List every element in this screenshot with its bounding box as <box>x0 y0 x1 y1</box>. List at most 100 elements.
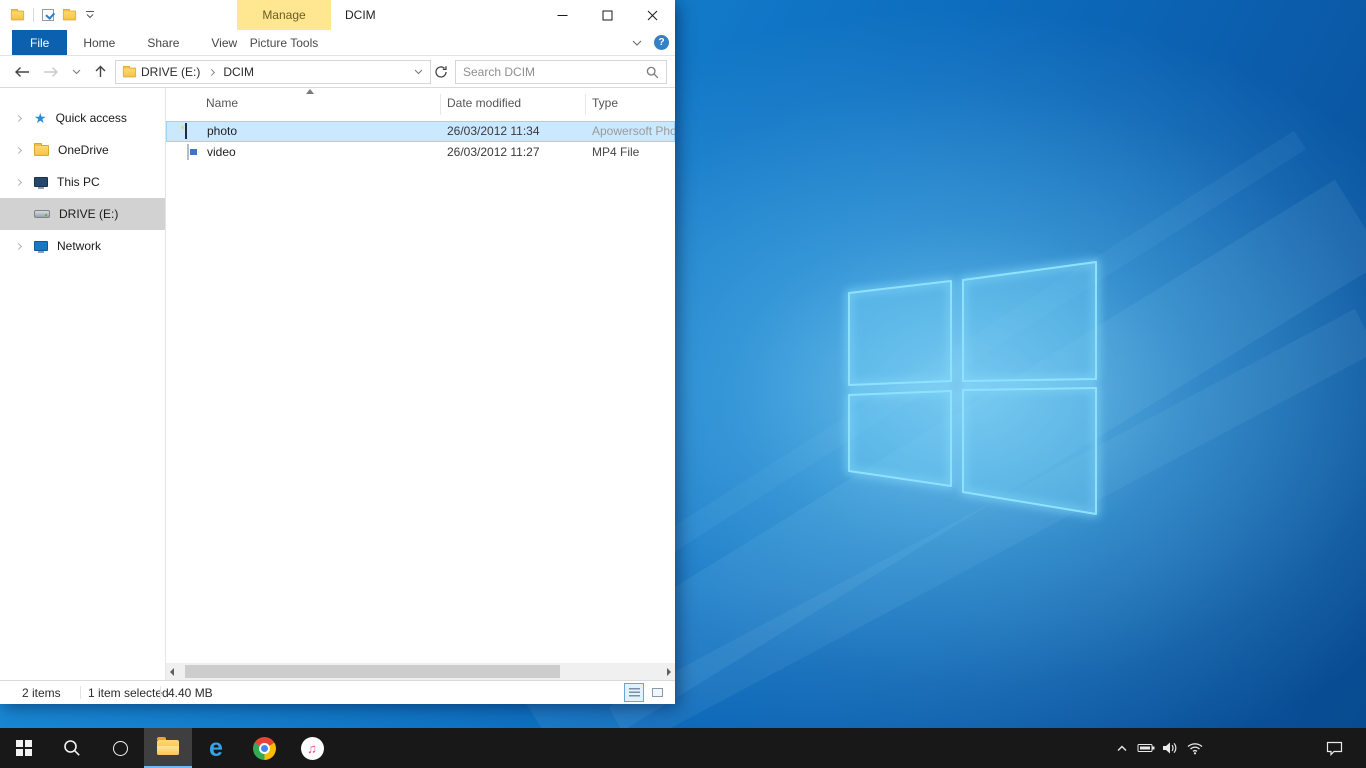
search-input[interactable] <box>456 65 646 79</box>
file-rows: photo 26/03/2012 11:34 Apowersoft Pho vi… <box>166 121 675 163</box>
file-list-area[interactable]: Name Date modified Type photo 26/03/2012… <box>166 88 675 680</box>
new-folder-button-icon[interactable] <box>63 10 76 20</box>
quick-access-star-icon: ★ <box>34 111 47 125</box>
manage-label: Manage <box>262 8 305 22</box>
up-button-icon[interactable] <box>94 65 107 78</box>
minimize-button[interactable] <box>540 0 585 30</box>
breadcrumb-chevron-icon[interactable] <box>208 68 215 75</box>
forward-button-icon[interactable] <box>43 66 59 78</box>
navigation-pane: ★ Quick access OneDrive This PC DRIVE (E… <box>0 88 166 680</box>
column-header-name[interactable]: Name <box>206 96 238 110</box>
tray-show-hidden-icons-button[interactable] <box>1110 728 1134 768</box>
column-header-date-modified[interactable]: Date modified <box>447 96 521 110</box>
internet-explorer-icon: e <box>209 736 223 761</box>
tab-share[interactable]: Share <box>131 30 195 55</box>
taskbar-buttons: e ♫ <box>0 728 336 768</box>
cortana-icon <box>113 741 128 756</box>
manage-contextual-group[interactable]: Manage <box>237 0 331 30</box>
desktop[interactable]: Manage DCIM File Home Share View Picture <box>0 0 1366 768</box>
network-icon <box>34 241 48 251</box>
expand-chevron-icon[interactable] <box>15 178 22 185</box>
speaker-icon <box>1161 741 1177 755</box>
sort-ascending-icon[interactable] <box>306 89 314 94</box>
drive-icon <box>34 210 50 218</box>
collapse-ribbon-chevron-icon[interactable] <box>632 40 642 46</box>
sidebar-item-label: Quick access <box>56 111 127 125</box>
expand-chevron-icon[interactable] <box>15 114 22 121</box>
search-box[interactable] <box>455 60 667 84</box>
battery-icon <box>1137 742 1155 754</box>
refresh-button-icon[interactable] <box>434 65 448 79</box>
ribbon-tab-row: File Home Share View Picture Tools ? <box>0 30 675 56</box>
details-view-icon <box>629 688 640 697</box>
file-type: MP4 File <box>592 145 675 159</box>
itunes-button[interactable]: ♫ <box>288 728 336 768</box>
itunes-icon: ♫ <box>301 737 324 760</box>
large-icons-view-toggle[interactable] <box>647 683 667 702</box>
maximize-button[interactable] <box>585 0 630 30</box>
horizontal-scrollbar[interactable] <box>166 663 675 680</box>
address-folder-icon <box>123 67 136 77</box>
close-button[interactable] <box>630 0 675 30</box>
file-row-photo[interactable]: photo 26/03/2012 11:34 Apowersoft Pho <box>166 121 675 142</box>
scroll-left-arrow-icon[interactable] <box>170 668 174 676</box>
breadcrumb-folder[interactable]: DCIM <box>223 65 254 79</box>
selection-info: 1 item selected <box>88 686 169 700</box>
title-bar[interactable]: Manage DCIM <box>0 0 675 30</box>
column-headers: Name Date modified Type <box>166 92 675 116</box>
quick-access-toolbar <box>0 8 95 22</box>
cortana-button[interactable] <box>96 728 144 768</box>
ribbon-right-controls: ? <box>632 30 669 55</box>
file-row-video[interactable]: video 26/03/2012 11:27 MP4 File <box>166 142 675 163</box>
column-separator[interactable] <box>585 94 586 115</box>
search-icon <box>63 739 81 757</box>
selection-size: 4.40 MB <box>168 686 213 700</box>
sidebar-item-this-pc[interactable]: This PC <box>0 166 165 198</box>
help-icon[interactable]: ? <box>654 35 669 50</box>
file-name[interactable]: video <box>207 145 236 159</box>
tab-picture-tools[interactable]: Picture Tools <box>237 30 331 55</box>
address-dropdown-chevron-icon[interactable] <box>414 69 423 75</box>
sidebar-item-quick-access[interactable]: ★ Quick access <box>0 102 165 134</box>
sidebar-item-network[interactable]: Network <box>0 230 165 262</box>
start-button[interactable] <box>0 728 48 768</box>
breadcrumb-drive[interactable]: DRIVE (E:) <box>141 65 200 79</box>
taskbar-search-button[interactable] <box>48 728 96 768</box>
properties-button-icon[interactable] <box>42 9 54 21</box>
recent-locations-chevron-icon[interactable] <box>72 69 81 75</box>
sidebar-item-label: DRIVE (E:) <box>59 207 118 221</box>
window-title: DCIM <box>345 0 376 30</box>
action-center-button[interactable] <box>1322 728 1346 768</box>
file-explorer-icon <box>157 740 179 755</box>
file-explorer-taskbar-button[interactable] <box>144 728 192 768</box>
address-bar[interactable]: DRIVE (E:) DCIM <box>115 60 431 84</box>
expand-chevron-icon[interactable] <box>15 146 22 153</box>
back-button-icon[interactable] <box>14 66 30 78</box>
scroll-right-arrow-icon[interactable] <box>667 668 671 676</box>
sidebar-item-onedrive[interactable]: OneDrive <box>0 134 165 166</box>
internet-explorer-button[interactable]: e <box>192 728 240 768</box>
customize-qat-chevron-icon[interactable] <box>85 11 95 19</box>
chrome-button[interactable] <box>240 728 288 768</box>
tray-volume-button[interactable] <box>1157 728 1181 768</box>
window-controls <box>540 0 675 30</box>
expand-chevron-icon[interactable] <box>15 242 22 249</box>
column-separator[interactable] <box>440 94 441 115</box>
tray-battery-button[interactable] <box>1134 728 1158 768</box>
sidebar-item-drive-e[interactable]: DRIVE (E:) <box>0 198 165 230</box>
wifi-icon <box>1187 742 1203 755</box>
details-view-toggle[interactable] <box>624 683 644 702</box>
tab-home[interactable]: Home <box>67 30 131 55</box>
file-name[interactable]: photo <box>207 124 237 138</box>
tray-network-button[interactable] <box>1183 728 1207 768</box>
column-header-type[interactable]: Type <box>592 96 618 110</box>
this-pc-icon <box>34 177 48 187</box>
photo-file-icon <box>185 123 187 139</box>
explorer-system-icon[interactable] <box>11 10 24 20</box>
sidebar-item-label: This PC <box>57 175 100 189</box>
scrollbar-thumb[interactable] <box>185 665 560 678</box>
file-type: Apowersoft Pho <box>592 124 675 138</box>
search-icon[interactable] <box>646 66 659 79</box>
tab-file[interactable]: File <box>12 30 67 55</box>
file-date-modified: 26/03/2012 11:27 <box>447 145 540 159</box>
